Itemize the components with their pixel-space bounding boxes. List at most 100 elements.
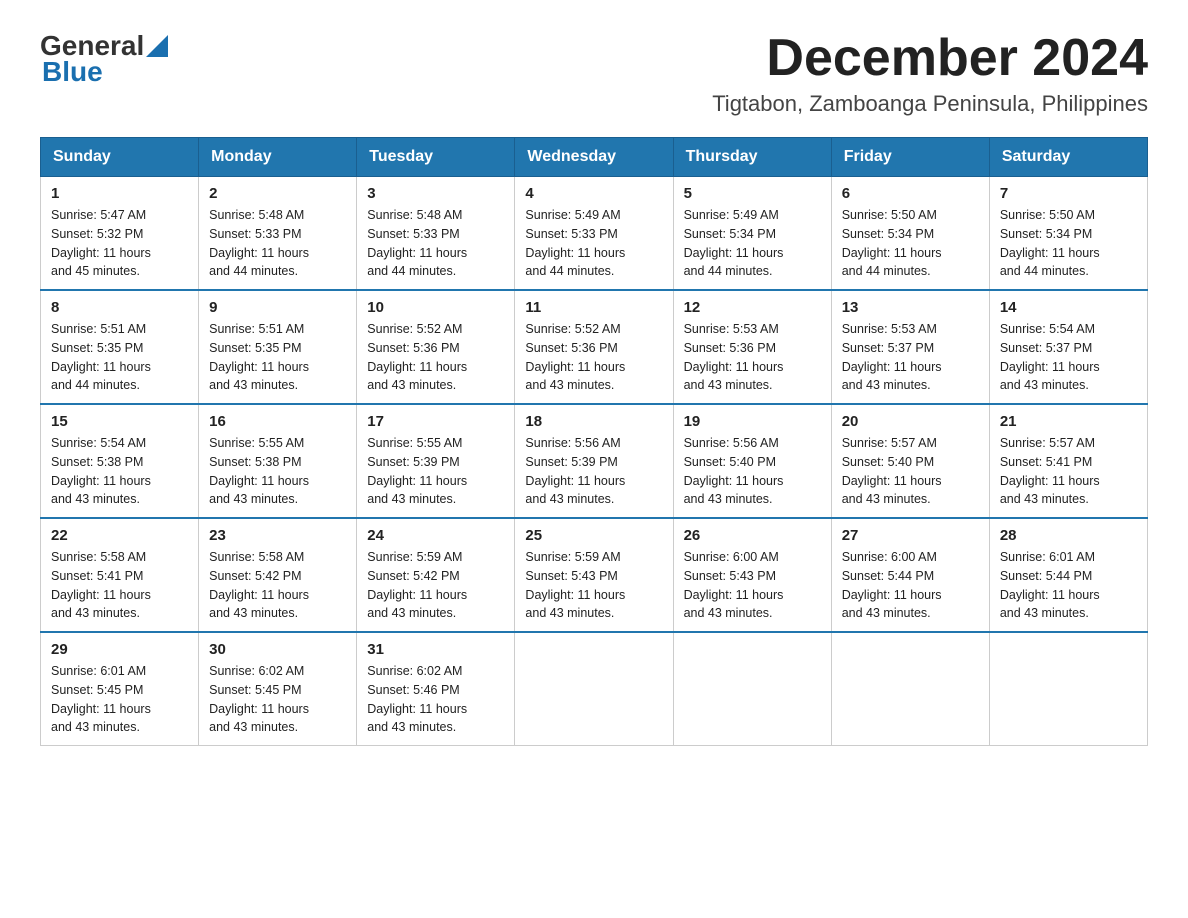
day-number: 27 <box>842 527 979 544</box>
day-info: Sunrise: 5:56 AMSunset: 5:40 PMDaylight:… <box>684 434 821 509</box>
month-title: December 2024 <box>712 30 1148 87</box>
header: General Blue December 2024 Tigtabon, Zam… <box>40 30 1148 117</box>
calendar-cell: 6Sunrise: 5:50 AMSunset: 5:34 PMDaylight… <box>831 177 989 291</box>
calendar-cell: 22 Sunrise: 5:58 AMSunset: 5:41 PMDayligh… <box>41 518 199 632</box>
day-info: Sunrise: 5:50 AMSunset: 5:34 PMDaylight:… <box>1000 206 1137 281</box>
day-number: 13 <box>842 299 979 316</box>
calendar-cell: 16Sunrise: 5:55 AMSunset: 5:38 PMDayligh… <box>199 404 357 518</box>
calendar-cell <box>673 632 831 746</box>
day-number: 25 <box>525 527 662 544</box>
calendar-cell: 30 Sunrise: 6:02 AMSunset: 5:45 PMDayligh… <box>199 632 357 746</box>
day-number: 14 <box>1000 299 1137 316</box>
day-info: Sunrise: 5:51 AMSunset: 5:35 PMDaylight:… <box>51 320 188 395</box>
calendar-cell: 28 Sunrise: 6:01 AMSunset: 5:44 PMDayligh… <box>989 518 1147 632</box>
calendar-cell <box>989 632 1147 746</box>
calendar-cell: 15Sunrise: 5:54 AMSunset: 5:38 PMDayligh… <box>41 404 199 518</box>
calendar-week-row: 1 Sunrise: 5:47 AMSunset: 5:32 PMDaylight… <box>41 177 1148 291</box>
day-number: 7 <box>1000 185 1137 202</box>
day-info: Sunrise: 5:55 AMSunset: 5:39 PMDaylight:… <box>367 434 504 509</box>
calendar-cell: 29 Sunrise: 6:01 AMSunset: 5:45 PMDayligh… <box>41 632 199 746</box>
calendar-cell: 19 Sunrise: 5:56 AMSunset: 5:40 PMDayligh… <box>673 404 831 518</box>
day-info: Sunrise: 5:58 AMSunset: 5:41 PMDaylight:… <box>51 548 188 623</box>
col-header-thursday: Thursday <box>673 138 831 177</box>
day-number: 4 <box>525 185 662 202</box>
calendar-week-row: 8 Sunrise: 5:51 AMSunset: 5:35 PMDaylight… <box>41 290 1148 404</box>
calendar-week-row: 22 Sunrise: 5:58 AMSunset: 5:41 PMDayligh… <box>41 518 1148 632</box>
calendar-table: SundayMondayTuesdayWednesdayThursdayFrid… <box>40 137 1148 746</box>
day-info: Sunrise: 6:01 AMSunset: 5:45 PMDaylight:… <box>51 662 188 737</box>
day-info: Sunrise: 5:53 AMSunset: 5:37 PMDaylight:… <box>842 320 979 395</box>
day-info: Sunrise: 5:54 AMSunset: 5:37 PMDaylight:… <box>1000 320 1137 395</box>
logo: General Blue <box>40 30 168 86</box>
day-number: 29 <box>51 641 188 658</box>
day-info: Sunrise: 6:02 AMSunset: 5:45 PMDaylight:… <box>209 662 346 737</box>
logo-triangle-icon <box>146 35 168 57</box>
day-info: Sunrise: 6:02 AMSunset: 5:46 PMDaylight:… <box>367 662 504 737</box>
calendar-cell: 23 Sunrise: 5:58 AMSunset: 5:42 PMDayligh… <box>199 518 357 632</box>
day-info: Sunrise: 5:49 AMSunset: 5:33 PMDaylight:… <box>525 206 662 281</box>
day-info: Sunrise: 5:50 AMSunset: 5:34 PMDaylight:… <box>842 206 979 281</box>
calendar-cell: 21Sunrise: 5:57 AMSunset: 5:41 PMDayligh… <box>989 404 1147 518</box>
day-number: 19 <box>684 413 821 430</box>
day-info: Sunrise: 6:01 AMSunset: 5:44 PMDaylight:… <box>1000 548 1137 623</box>
calendar-cell: 8 Sunrise: 5:51 AMSunset: 5:35 PMDaylight… <box>41 290 199 404</box>
day-info: Sunrise: 6:00 AMSunset: 5:44 PMDaylight:… <box>842 548 979 623</box>
day-number: 12 <box>684 299 821 316</box>
col-header-wednesday: Wednesday <box>515 138 673 177</box>
title-area: December 2024 Tigtabon, Zamboanga Penins… <box>712 30 1148 117</box>
calendar-cell: 27 Sunrise: 6:00 AMSunset: 5:44 PMDayligh… <box>831 518 989 632</box>
day-number: 24 <box>367 527 504 544</box>
calendar-cell: 1 Sunrise: 5:47 AMSunset: 5:32 PMDaylight… <box>41 177 199 291</box>
day-number: 31 <box>367 641 504 658</box>
day-number: 30 <box>209 641 346 658</box>
col-header-monday: Monday <box>199 138 357 177</box>
calendar-cell: 10Sunrise: 5:52 AMSunset: 5:36 PMDayligh… <box>357 290 515 404</box>
calendar-cell: 14 Sunrise: 5:54 AMSunset: 5:37 PMDayligh… <box>989 290 1147 404</box>
calendar-cell: 17 Sunrise: 5:55 AMSunset: 5:39 PMDayligh… <box>357 404 515 518</box>
calendar-cell: 18 Sunrise: 5:56 AMSunset: 5:39 PMDayligh… <box>515 404 673 518</box>
day-info: Sunrise: 5:53 AMSunset: 5:36 PMDaylight:… <box>684 320 821 395</box>
col-header-saturday: Saturday <box>989 138 1147 177</box>
col-header-friday: Friday <box>831 138 989 177</box>
calendar-cell: 26Sunrise: 6:00 AMSunset: 5:43 PMDayligh… <box>673 518 831 632</box>
calendar-cell: 25 Sunrise: 5:59 AMSunset: 5:43 PMDayligh… <box>515 518 673 632</box>
calendar-week-row: 15Sunrise: 5:54 AMSunset: 5:38 PMDayligh… <box>41 404 1148 518</box>
day-number: 23 <box>209 527 346 544</box>
calendar-cell: 7 Sunrise: 5:50 AMSunset: 5:34 PMDaylight… <box>989 177 1147 291</box>
day-number: 18 <box>525 413 662 430</box>
day-number: 10 <box>367 299 504 316</box>
calendar-cell: 2Sunrise: 5:48 AMSunset: 5:33 PMDaylight… <box>199 177 357 291</box>
day-info: Sunrise: 5:59 AMSunset: 5:42 PMDaylight:… <box>367 548 504 623</box>
calendar-cell: 13 Sunrise: 5:53 AMSunset: 5:37 PMDayligh… <box>831 290 989 404</box>
day-number: 15 <box>51 413 188 430</box>
day-info: Sunrise: 5:58 AMSunset: 5:42 PMDaylight:… <box>209 548 346 623</box>
calendar-header-row: SundayMondayTuesdayWednesdayThursdayFrid… <box>41 138 1148 177</box>
col-header-sunday: Sunday <box>41 138 199 177</box>
day-number: 8 <box>51 299 188 316</box>
day-number: 1 <box>51 185 188 202</box>
day-info: Sunrise: 5:59 AMSunset: 5:43 PMDaylight:… <box>525 548 662 623</box>
day-info: Sunrise: 5:48 AMSunset: 5:33 PMDaylight:… <box>367 206 504 281</box>
day-number: 28 <box>1000 527 1137 544</box>
calendar-cell: 11Sunrise: 5:52 AMSunset: 5:36 PMDayligh… <box>515 290 673 404</box>
calendar-cell: 12 Sunrise: 5:53 AMSunset: 5:36 PMDayligh… <box>673 290 831 404</box>
calendar-cell <box>831 632 989 746</box>
calendar-cell: 3 Sunrise: 5:48 AMSunset: 5:33 PMDaylight… <box>357 177 515 291</box>
logo-blue: Blue <box>40 58 168 86</box>
calendar-cell: 5Sunrise: 5:49 AMSunset: 5:34 PMDaylight… <box>673 177 831 291</box>
day-number: 2 <box>209 185 346 202</box>
calendar-cell <box>515 632 673 746</box>
location-title: Tigtabon, Zamboanga Peninsula, Philippin… <box>712 91 1148 117</box>
day-info: Sunrise: 5:52 AMSunset: 5:36 PMDaylight:… <box>525 320 662 395</box>
day-number: 3 <box>367 185 504 202</box>
day-info: Sunrise: 5:55 AMSunset: 5:38 PMDaylight:… <box>209 434 346 509</box>
day-number: 20 <box>842 413 979 430</box>
day-info: Sunrise: 5:57 AMSunset: 5:41 PMDaylight:… <box>1000 434 1137 509</box>
day-info: Sunrise: 5:57 AMSunset: 5:40 PMDaylight:… <box>842 434 979 509</box>
day-info: Sunrise: 5:56 AMSunset: 5:39 PMDaylight:… <box>525 434 662 509</box>
day-number: 17 <box>367 413 504 430</box>
day-info: Sunrise: 5:47 AMSunset: 5:32 PMDaylight:… <box>51 206 188 281</box>
calendar-week-row: 29 Sunrise: 6:01 AMSunset: 5:45 PMDayligh… <box>41 632 1148 746</box>
day-number: 26 <box>684 527 821 544</box>
day-number: 22 <box>51 527 188 544</box>
